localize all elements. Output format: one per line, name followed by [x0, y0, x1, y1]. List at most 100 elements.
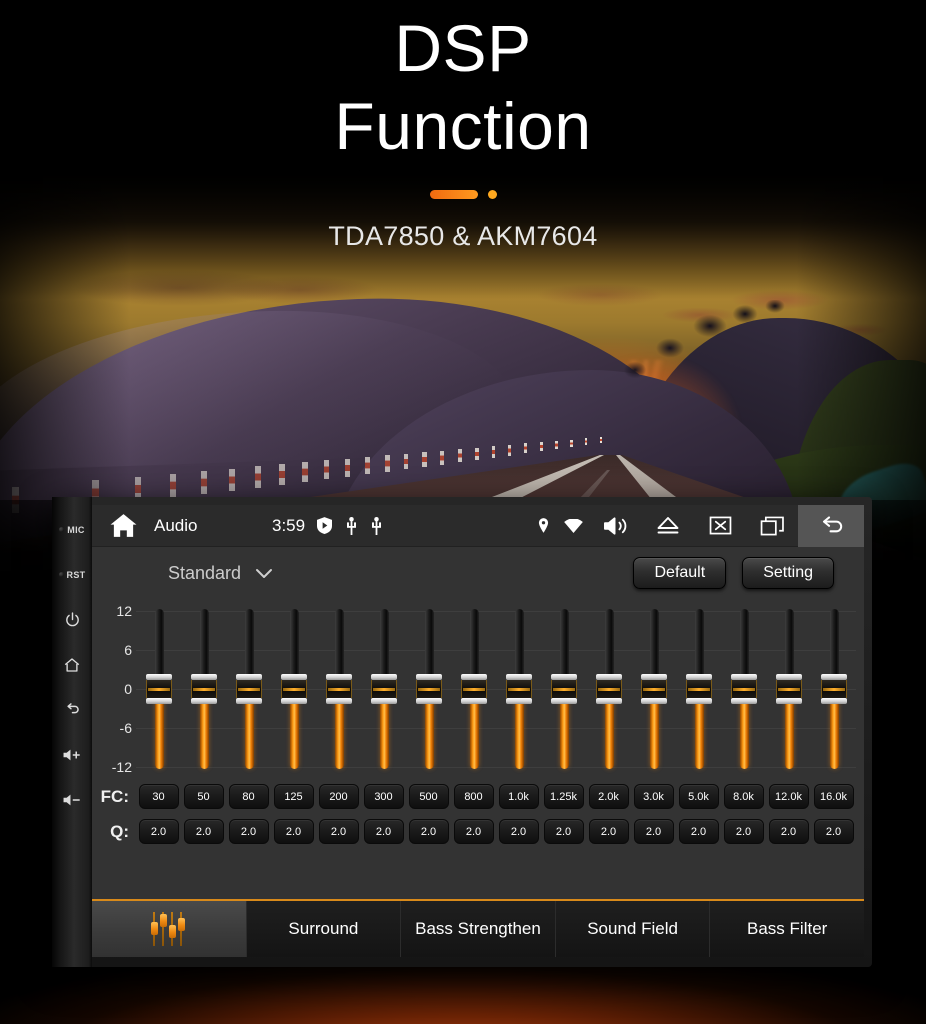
q-cell[interactable]: 2.0	[318, 819, 359, 844]
thumb-indicator-line	[507, 688, 530, 691]
eq-slider-3.0k[interactable]	[640, 609, 667, 769]
slider-thumb[interactable]	[415, 674, 442, 704]
usb-icon	[346, 516, 357, 535]
home-button[interactable]	[52, 642, 92, 687]
fc-cell[interactable]: 500	[408, 784, 449, 809]
fc-cell[interactable]: 800	[453, 784, 494, 809]
fc-cell[interactable]: 300	[363, 784, 404, 809]
q-cell[interactable]: 2.0	[768, 819, 809, 844]
fc-cell-wrap: 125	[271, 784, 316, 809]
slider-thumb[interactable]	[685, 674, 712, 704]
tab-bass-strengthen[interactable]: Bass Strengthen	[401, 901, 556, 957]
q-cell[interactable]: 2.0	[678, 819, 719, 844]
slider-thumb[interactable]	[550, 674, 577, 704]
preset-selector[interactable]: Standard	[168, 563, 273, 584]
fc-cell[interactable]: 125	[273, 784, 314, 809]
power-button[interactable]	[52, 597, 92, 642]
fc-cell[interactable]: 3.0k	[633, 784, 674, 809]
tab-bass-filter[interactable]: Bass Filter	[710, 901, 864, 957]
eq-slider-16.0k[interactable]	[820, 609, 847, 769]
usb-icon	[371, 516, 382, 535]
eq-slider-50[interactable]	[190, 609, 217, 769]
close-box-icon[interactable]	[694, 505, 746, 547]
fc-cell[interactable]: 1.25k	[543, 784, 584, 809]
eq-slider-30[interactable]	[145, 609, 172, 769]
q-cell-wrap: 2.0	[586, 819, 631, 844]
slider-thumb[interactable]	[505, 674, 532, 704]
slider-thumb[interactable]	[595, 674, 622, 704]
tab-surround[interactable]: Surround	[246, 901, 402, 957]
q-cell-wrap: 2.0	[181, 819, 226, 844]
eq-slider-12.0k[interactable]	[775, 609, 802, 769]
thumb-indicator-line	[282, 688, 305, 691]
default-button[interactable]: Default	[633, 557, 727, 589]
eq-slider-5.0k[interactable]	[685, 609, 712, 769]
fc-cell[interactable]: 50	[183, 784, 224, 809]
q-cell[interactable]: 2.0	[543, 819, 584, 844]
fc-cells: 30 50 80 125 200 300 500 800 1.0k 1.25k 2.0k 3.0k 5.…	[136, 784, 856, 809]
slider-thumb[interactable]	[280, 674, 307, 704]
recent-apps-icon[interactable]	[746, 505, 798, 547]
fc-cell[interactable]: 30	[138, 784, 179, 809]
q-cell[interactable]: 2.0	[498, 819, 539, 844]
q-cell[interactable]: 2.0	[453, 819, 494, 844]
slider-thumb[interactable]	[730, 674, 757, 704]
eq-slider-800[interactable]	[460, 609, 487, 769]
q-cell[interactable]: 2.0	[813, 819, 854, 844]
fc-cell[interactable]: 12.0k	[768, 784, 809, 809]
eject-icon[interactable]	[642, 505, 694, 547]
volume-down-button[interactable]	[52, 777, 92, 822]
wifi-icon[interactable]	[556, 518, 590, 533]
location-pin-icon[interactable]	[530, 518, 556, 533]
fc-cell[interactable]: 8.0k	[723, 784, 764, 809]
tab-equalizer[interactable]	[92, 901, 247, 957]
eq-slider-1.0k[interactable]	[505, 609, 532, 769]
slider-thumb[interactable]	[370, 674, 397, 704]
volume-up-button[interactable]	[52, 732, 92, 777]
q-cell-wrap: 2.0	[496, 819, 541, 844]
thumb-cap-bottom	[685, 698, 712, 704]
q-cell[interactable]: 2.0	[138, 819, 179, 844]
fc-cell[interactable]: 2.0k	[588, 784, 629, 809]
q-cell[interactable]: 2.0	[723, 819, 764, 844]
eq-slider-8.0k[interactable]	[730, 609, 757, 769]
eq-band	[676, 599, 721, 779]
eq-slider-125[interactable]	[280, 609, 307, 769]
mic-indicator: MIC	[52, 507, 92, 552]
slider-thumb[interactable]	[775, 674, 802, 704]
fc-cell[interactable]: 5.0k	[678, 784, 719, 809]
slider-thumb[interactable]	[820, 674, 847, 704]
db-tick-label: -12	[111, 759, 132, 775]
q-cell[interactable]: 2.0	[228, 819, 269, 844]
fc-cell[interactable]: 16.0k	[813, 784, 854, 809]
fc-cell[interactable]: 1.0k	[498, 784, 539, 809]
nav-home-button[interactable]	[92, 513, 154, 539]
q-cell[interactable]: 2.0	[633, 819, 674, 844]
fc-cell[interactable]: 80	[228, 784, 269, 809]
eq-slider-500[interactable]	[415, 609, 442, 769]
eq-slider-300[interactable]	[370, 609, 397, 769]
q-cell[interactable]: 2.0	[408, 819, 449, 844]
slider-thumb[interactable]	[235, 674, 262, 704]
setting-button[interactable]: Setting	[742, 557, 834, 589]
eq-slider-2.0k[interactable]	[595, 609, 622, 769]
slider-thumb[interactable]	[460, 674, 487, 704]
slider-thumb[interactable]	[325, 674, 352, 704]
back-button[interactable]	[52, 687, 92, 732]
reset-button[interactable]: RST	[52, 552, 92, 597]
eq-slider-80[interactable]	[235, 609, 262, 769]
q-cell[interactable]: 2.0	[273, 819, 314, 844]
eq-slider-200[interactable]	[325, 609, 352, 769]
eq-slider-1.25k[interactable]	[550, 609, 577, 769]
q-cell[interactable]: 2.0	[183, 819, 224, 844]
slider-thumb[interactable]	[145, 674, 172, 704]
tab-sound-field[interactable]: Sound Field	[555, 901, 711, 957]
fc-cell[interactable]: 200	[318, 784, 359, 809]
q-cell[interactable]: 2.0	[588, 819, 629, 844]
fc-cell-wrap: 500	[406, 784, 451, 809]
volume-icon[interactable]	[590, 505, 642, 547]
nav-back-button[interactable]	[798, 505, 864, 547]
slider-thumb[interactable]	[190, 674, 217, 704]
slider-thumb[interactable]	[640, 674, 667, 704]
q-cell[interactable]: 2.0	[363, 819, 404, 844]
